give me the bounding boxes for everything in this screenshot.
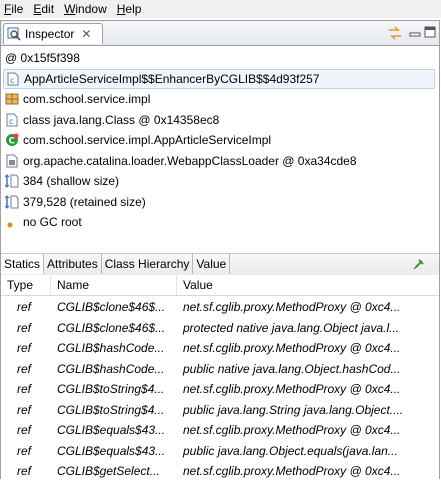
superclass-icon: C	[6, 133, 19, 147]
table-row[interactable]: ref CGLIB$hashCode... public native java…	[1, 359, 439, 380]
view-tab-bar: Inspector ✕	[1, 21, 439, 46]
info-row-shallow-size[interactable]: 384 (shallow size)	[5, 171, 437, 192]
inspector-tab-label: Inspector	[25, 27, 75, 41]
menu-bar: File Edit Window Help	[0, 0, 441, 18]
cell-type: ref	[17, 464, 32, 479]
size-icon	[5, 174, 19, 188]
info-row-address[interactable]: @ 0x15f5f398	[5, 48, 437, 69]
info-row-classloader[interactable]: org.apache.catalina.loader.WebappClassLo…	[5, 151, 437, 172]
cell-value: net.sf.cglib.proxy.MethodProxy @ 0xc4...	[183, 382, 401, 397]
cell-name: CGLIB$hashCode...	[57, 361, 165, 376]
inspector-tab[interactable]: Inspector ✕	[3, 23, 103, 44]
cell-value: protected native java.lang.Object java.l…	[183, 320, 400, 335]
pin-icon[interactable]	[413, 258, 425, 270]
cell-name: CGLIB$hashCode...	[57, 341, 165, 356]
cell-name: CGLIB$equals$43...	[57, 423, 166, 438]
tab-statics[interactable]: Statics	[1, 254, 45, 274]
tab-value[interactable]: Value	[193, 254, 231, 274]
info-text: com.school.service.impl.AppArticleServic…	[23, 133, 272, 148]
info-row-class-name[interactable]: c AppArticleServiceImpl$$EnhancerByCGLIB…	[3, 68, 435, 89]
cell-name: CGLIB$clone$46$...	[57, 320, 166, 335]
svg-text:C: C	[9, 137, 16, 147]
info-row-superclass[interactable]: C com.school.service.impl.AppArticleServ…	[5, 130, 437, 151]
inspector-view: Inspector ✕ @ 0x15f5f398 c AppArticleSer…	[0, 20, 440, 479]
cell-type: ref	[17, 402, 32, 417]
object-info-list: @ 0x15f5f398 c AppArticleServiceImpl$$En…	[3, 48, 437, 233]
info-text: org.apache.catalina.loader.WebappClassLo…	[23, 153, 357, 168]
cell-type: ref	[17, 320, 32, 335]
info-row-package[interactable]: com.school.service.impl	[5, 89, 437, 110]
cell-value: net.sf.cglib.proxy.MethodProxy @ 0xc4...	[183, 341, 401, 356]
info-text: class java.lang.Class @ 0x14358ec8	[23, 112, 220, 127]
class-file-icon: c	[7, 72, 19, 86]
cell-type: ref	[17, 423, 32, 438]
size-icon	[5, 195, 19, 209]
package-icon	[5, 93, 19, 105]
info-row-retained-size[interactable]: 379,528 (retained size)	[5, 192, 437, 213]
tab-class-hierarchy[interactable]: Class Hierarchy	[102, 254, 194, 274]
table-row[interactable]: ref CGLIB$toString$4... net.sf.cglib.pro…	[1, 379, 439, 400]
cell-type: ref	[17, 361, 32, 376]
column-header-name[interactable]: Name	[51, 275, 177, 295]
close-icon[interactable]: ✕	[81, 28, 91, 40]
info-text: 384 (shallow size)	[23, 174, 120, 189]
table-row[interactable]: ref CGLIB$getSelect... net.sf.cglib.prox…	[1, 461, 439, 482]
info-row-class-object[interactable]: c class java.lang.Class @ 0x14358ec8	[5, 110, 437, 131]
info-text: no GC root	[23, 215, 82, 230]
info-text: AppArticleServiceImpl$$EnhancerByCGLIB$$…	[24, 71, 320, 86]
cell-type: ref	[17, 300, 32, 315]
menu-help[interactable]: Help	[113, 0, 148, 18]
cell-type: ref	[17, 341, 32, 356]
maximize-icon[interactable]	[424, 26, 436, 38]
cell-name: CGLIB$equals$43...	[57, 443, 166, 458]
cell-type: ref	[17, 443, 32, 458]
table-row[interactable]: ref CGLIB$toString$4... public java.lang…	[1, 400, 439, 421]
cell-value: net.sf.cglib.proxy.MethodProxy @ 0xc4...	[183, 300, 401, 315]
gc-root-icon	[7, 222, 13, 228]
table-row[interactable]: ref CGLIB$clone$46$... net.sf.cglib.prox…	[1, 297, 439, 318]
info-text: 379,528 (retained size)	[23, 194, 146, 209]
table-row[interactable]: ref CGLIB$hashCode... net.sf.cglib.proxy…	[1, 338, 439, 359]
cell-value: public java.lang.String java.lang.Object…	[183, 402, 404, 417]
inspector-icon	[7, 27, 21, 41]
cell-name: CGLIB$toString$4...	[57, 382, 165, 397]
tab-attributes[interactable]: Attributes	[44, 254, 102, 274]
table-row[interactable]: ref CGLIB$clone$46$... protected native …	[1, 318, 439, 339]
cell-name: CGLIB$clone$46$...	[57, 300, 166, 315]
cell-name: CGLIB$getSelect...	[57, 464, 160, 479]
table-row[interactable]: ref CGLIB$equals$43... net.sf.cglib.prox…	[1, 420, 439, 441]
menu-file[interactable]: File	[0, 0, 29, 18]
menu-window[interactable]: Window	[60, 0, 113, 18]
classloader-icon	[6, 154, 18, 168]
detail-tab-bar: Statics Attributes Class Hierarchy Value	[1, 253, 439, 276]
cell-value: public native java.lang.Object.hashCod..…	[183, 361, 401, 376]
minimize-icon[interactable]	[409, 27, 421, 37]
statics-table-header: Type Name Value	[1, 275, 439, 296]
link-with-selection-icon[interactable]	[387, 26, 403, 40]
column-header-type[interactable]: Type	[1, 275, 51, 295]
info-text: com.school.service.impl	[23, 92, 151, 107]
statics-table-body: ref CGLIB$clone$46$... net.sf.cglib.prox…	[1, 297, 439, 482]
info-text: @ 0x15f5f398	[5, 51, 80, 66]
svg-text:c: c	[10, 76, 14, 85]
menu-edit[interactable]: Edit	[29, 0, 60, 18]
class-file-icon: c	[6, 113, 18, 127]
cell-value: net.sf.cglib.proxy.MethodProxy @ 0xc4...	[183, 423, 401, 438]
column-header-value[interactable]: Value	[177, 275, 439, 295]
cell-type: ref	[17, 382, 32, 397]
svg-text:c: c	[9, 117, 13, 126]
table-row[interactable]: ref CGLIB$equals$43... public java.lang.…	[1, 441, 439, 462]
cell-value: net.sf.cglib.proxy.MethodProxy @ 0xc4...	[183, 464, 401, 479]
cell-name: CGLIB$toString$4...	[57, 402, 165, 417]
info-row-gc-root[interactable]: no GC root	[5, 212, 437, 233]
cell-value: public java.lang.Object.equals(java.lan.…	[183, 443, 398, 458]
